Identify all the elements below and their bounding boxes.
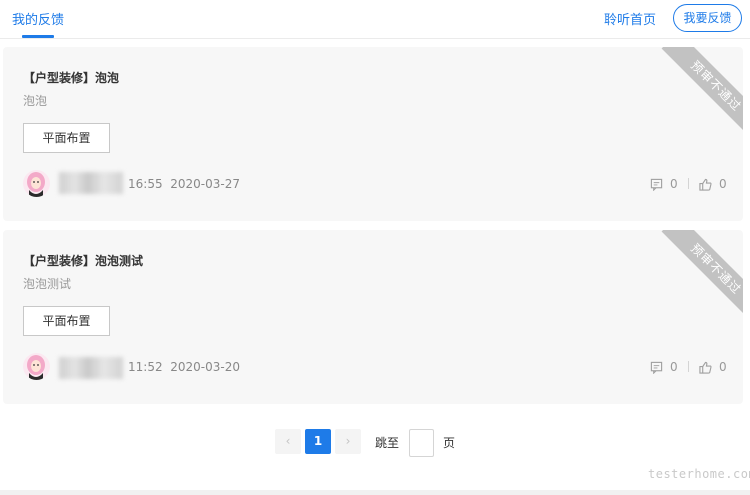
feedback-title[interactable]: 【户型装修】泡泡测试 — [23, 252, 143, 269]
avatar[interactable] — [23, 170, 50, 197]
comment-count-value: 0 — [670, 177, 678, 191]
prev-page-button[interactable]: ‹ — [275, 429, 301, 454]
post-date: 2020-03-20 — [170, 360, 240, 374]
comment-count[interactable]: 0 — [650, 360, 678, 374]
feedback-content: 泡泡 — [23, 94, 48, 108]
goto-label: 跳至 — [375, 436, 400, 450]
like-count[interactable]: 0 — [699, 177, 727, 191]
feedback-content: 泡泡测试 — [23, 277, 72, 291]
post-date: 2020-03-27 — [170, 177, 240, 191]
goto-page-input[interactable] — [409, 429, 434, 457]
tab-my-feedback[interactable]: 我的反馈 — [12, 9, 64, 28]
post-time: 11:52 — [128, 360, 163, 374]
bottom-bar — [0, 490, 750, 495]
feedback-card[interactable]: 【户型装修】泡泡 泡泡 平面布置 16:55 2020-03-27 0 0 预审… — [3, 47, 743, 221]
status-ribbon: 预审不通过 — [643, 230, 743, 330]
tab-active-indicator — [22, 35, 54, 38]
watermark: testerhome.com — [648, 467, 750, 481]
page-1-button[interactable]: 1 — [305, 429, 331, 454]
username-blurred — [59, 357, 123, 379]
category-tag[interactable]: 平面布置 — [23, 123, 110, 153]
stat-divider — [688, 178, 689, 189]
thumbs-up-icon — [699, 178, 712, 191]
status-ribbon-text: 预审不通过 — [661, 47, 743, 141]
post-time: 16:55 — [128, 177, 163, 191]
comment-icon — [650, 178, 663, 191]
pagination: ‹ 1 › 跳至 页 — [0, 429, 750, 457]
feedback-title[interactable]: 【户型装修】泡泡 — [23, 69, 119, 86]
avatar[interactable] — [23, 353, 50, 380]
stat-divider — [688, 361, 689, 372]
username-blurred — [59, 172, 123, 194]
comment-count[interactable]: 0 — [650, 177, 678, 191]
like-count[interactable]: 0 — [699, 360, 727, 374]
thumbs-up-icon — [699, 361, 712, 374]
status-ribbon: 预审不通过 — [643, 47, 743, 147]
status-ribbon-text: 预审不通过 — [661, 230, 743, 324]
category-tag[interactable]: 平面布置 — [23, 306, 110, 336]
home-link[interactable]: 聆听首页 — [604, 9, 656, 28]
page-unit-label: 页 — [443, 436, 456, 450]
like-count-value: 0 — [719, 360, 727, 374]
post-timestamp: 11:52 2020-03-20 — [128, 360, 240, 374]
post-timestamp: 16:55 2020-03-27 — [128, 177, 240, 191]
next-page-button[interactable]: › — [335, 429, 361, 454]
comment-count-value: 0 — [670, 360, 678, 374]
submit-feedback-button[interactable]: 我要反馈 — [673, 4, 742, 32]
top-header: 我的反馈 聆听首页 我要反馈 — [0, 0, 750, 39]
comment-icon — [650, 361, 663, 374]
like-count-value: 0 — [719, 177, 727, 191]
feedback-card[interactable]: 【户型装修】泡泡测试 泡泡测试 平面布置 11:52 2020-03-20 0 … — [3, 230, 743, 404]
